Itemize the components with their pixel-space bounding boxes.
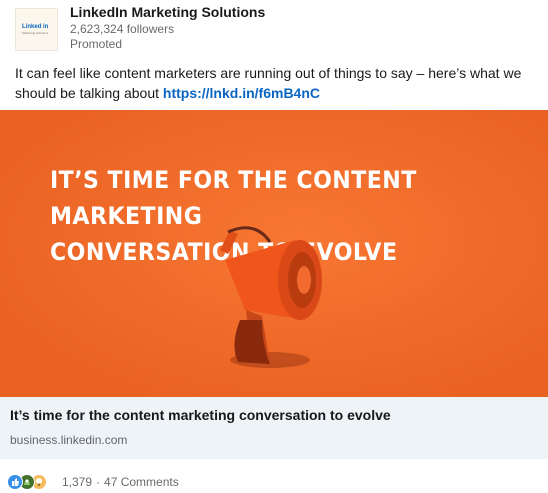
link-domain: business.linkedin.com [10, 433, 128, 447]
post-link[interactable]: https://lnkd.in/f6mB4nC [163, 85, 320, 101]
link-preview-card[interactable]: It’s time for the content marketing conv… [0, 397, 548, 459]
logo-subtext: Marketing Solutions [22, 31, 49, 35]
author-name[interactable]: LinkedIn Marketing Solutions [70, 4, 265, 20]
post-text: It can feel like content marketers are r… [15, 63, 535, 103]
link-title[interactable]: It’s time for the content marketing conv… [10, 407, 391, 423]
hero-image[interactable]: IT’S TIME FOR THE CONTENT MARKETING CONV… [0, 110, 548, 397]
logo-text: Linked in [22, 24, 49, 30]
reaction-icons[interactable] [7, 474, 59, 490]
follower-count: 2,623,324 followers [70, 22, 175, 36]
company-logo[interactable]: Linked in Marketing Solutions [15, 8, 58, 51]
megaphone-icon [220, 226, 322, 368]
promoted-label: Promoted [70, 37, 123, 51]
separator-dot: · [96, 475, 101, 489]
like-icon [7, 474, 23, 490]
comments-count[interactable]: 47 Comments [104, 475, 179, 489]
reaction-count[interactable]: 1,379 [62, 475, 92, 489]
engagement-counts[interactable]: 1,379 · 47 Comments [62, 475, 179, 489]
social-counts: 1,379 · 47 Comments [0, 466, 548, 493]
post-header: Linked in Marketing Solutions LinkedIn M… [0, 0, 548, 58]
